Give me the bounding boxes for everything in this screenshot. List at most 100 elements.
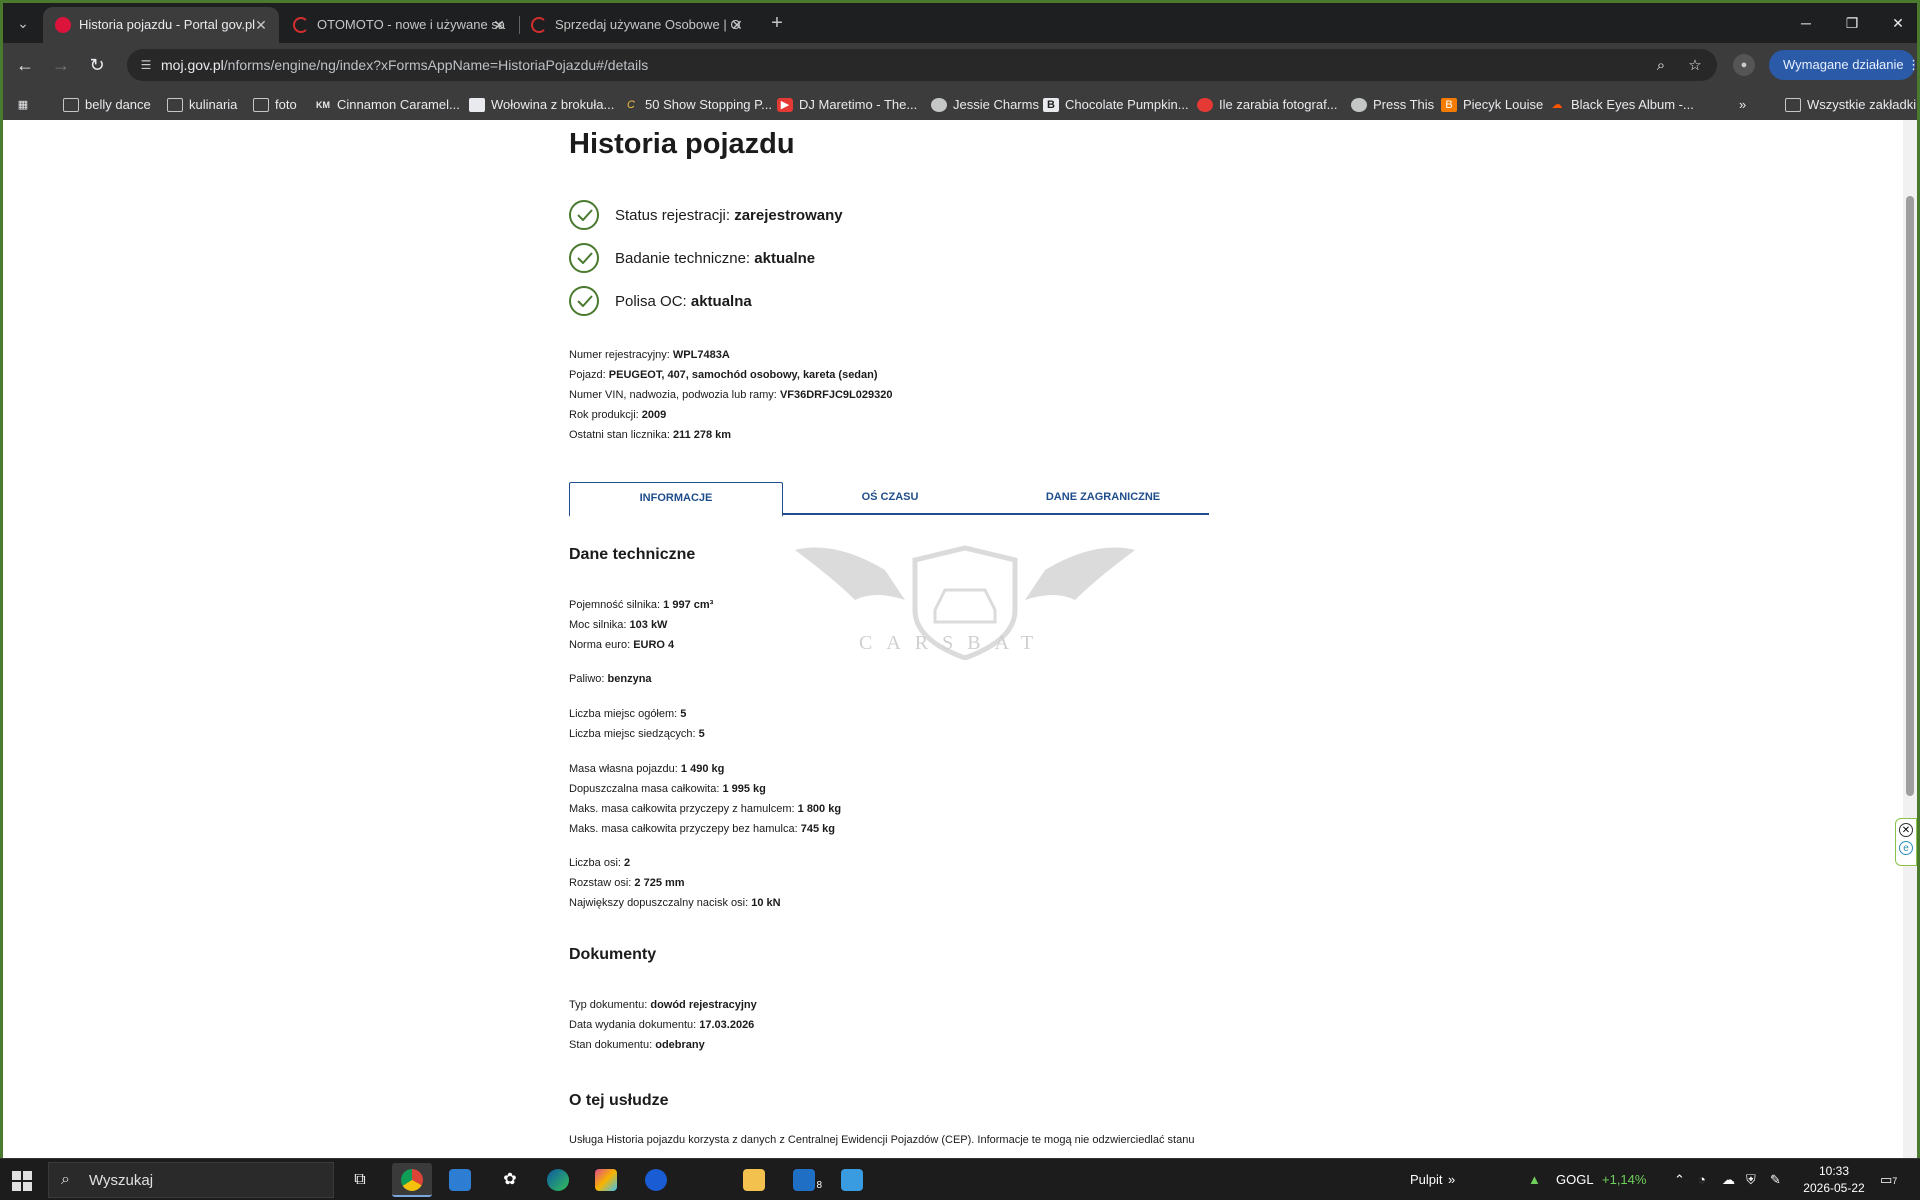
summary-registration-number: Numer rejestracyjny: WPL7483A — [569, 349, 730, 361]
km-icon: KM — [316, 100, 330, 110]
bookmark-piecyk[interactable]: B Piecyk Louise — [1441, 87, 1543, 123]
bookmark-wolowina[interactable]: Wołowina z brokuła... — [469, 87, 614, 123]
edge-icon[interactable] — [538, 1163, 578, 1197]
bookmark-belly-dance[interactable]: belly dance — [63, 87, 151, 123]
bookmark-ile-zarabia[interactable]: Ile zarabia fotograf... — [1197, 87, 1338, 123]
red-icon — [1197, 98, 1213, 112]
tab-os-czasu[interactable]: OŚ CZASU — [783, 482, 997, 515]
new-tab-icon[interactable]: + — [763, 9, 791, 37]
close-circle-icon[interactable]: ✕ — [1899, 823, 1913, 837]
summary-production-year: Rok produkcji: 2009 — [569, 409, 667, 421]
stock-change: +1,14% — [1602, 1172, 1647, 1187]
summary-odometer: Ostatni stan licznika: 211 278 km — [569, 429, 732, 441]
tab-sprzedaj[interactable]: Sprzedaj używane Osobowe | O ✕ — [519, 7, 755, 43]
tab-dane-zagraniczne[interactable]: DANE ZAGRANICZNE — [997, 482, 1209, 515]
stock-chart-icon: ▲ — [1528, 1172, 1541, 1187]
status-label: Badanie techniczne: — [615, 250, 751, 267]
scrollbar-thumb[interactable] — [1906, 196, 1914, 796]
system-clock[interactable]: 10:33 2026-05-22 — [1796, 1163, 1872, 1197]
bookmark-press-this[interactable]: Press This — [1351, 87, 1434, 123]
tab-otomoto[interactable]: OTOMOTO - nowe i używane sa ✕ — [281, 7, 517, 43]
youtube-icon: ▶ — [777, 98, 793, 112]
tech-gross-weight: Dopuszczalna masa całkowita: 1 995 kg — [569, 783, 766, 795]
search-placeholder: Wyszukaj — [89, 1172, 154, 1189]
file-explorer-icon[interactable] — [734, 1163, 774, 1197]
cloud-icon[interactable]: ☁ — [1722, 1159, 1735, 1200]
status-value: zarejestrowany — [734, 207, 843, 224]
tech-curb-weight: Masa własna pojazdu: 1 490 kg — [569, 763, 725, 775]
security-icon[interactable]: ⛨ — [1746, 1159, 1756, 1200]
settings-app-icon[interactable]: ✿ — [490, 1163, 530, 1197]
onepassword-icon[interactable] — [636, 1163, 676, 1197]
stock-symbol[interactable]: GOGL — [1556, 1159, 1594, 1200]
photos-icon[interactable] — [832, 1163, 872, 1197]
status-label: Polisa OC: — [615, 293, 687, 310]
windows-start-icon[interactable] — [12, 1171, 32, 1191]
tray-up-icon[interactable]: ⌃ — [1674, 1159, 1685, 1200]
chevron-icon[interactable]: » — [1448, 1159, 1455, 1200]
store-icon[interactable] — [440, 1163, 480, 1197]
bookmark-all[interactable]: Wszystkie zakładki — [1785, 87, 1916, 123]
minimize-icon[interactable]: ─ — [1783, 3, 1829, 43]
bookmark-black-eyes[interactable]: ☁ Black Eyes Album -... — [1549, 87, 1694, 123]
windows-taskbar: ⌕ Wyszukaj ⧉ ✿ 8 Pulpit » ▲ GOGL +1,14% … — [0, 1158, 1920, 1200]
doc-type: Typ dokumentu: dowód rejestracyjny — [569, 999, 757, 1011]
folder-icon — [167, 98, 183, 112]
tab-historia-pojazdu[interactable]: Historia pojazdu - Portal gov.pl ✕ — [43, 7, 279, 43]
address-bar[interactable]: ☰ moj.gov.pl/nforms/engine/ng/index?xFor… — [127, 49, 1717, 81]
site-info-icon[interactable]: ☰ — [137, 56, 155, 74]
close-icon[interactable]: ✕ — [727, 7, 747, 43]
forward-icon[interactable]: → — [47, 51, 75, 79]
wifi-icon[interactable]: ◔ — [1698, 1159, 1706, 1200]
profile-avatar[interactable]: ● — [1733, 54, 1755, 76]
tab-title: Historia pojazdu - Portal gov.pl — [79, 17, 256, 32]
check-circle-icon — [569, 200, 599, 230]
carsbat-watermark: CARSBAT — [795, 540, 1135, 680]
page-viewport: Historia pojazdu Status rejestracji: zar… — [0, 120, 1920, 1158]
bookmark-50-show[interactable]: C 50 Show Stopping P... — [623, 87, 772, 123]
close-icon[interactable]: ✕ — [489, 7, 509, 43]
bookmark-cinnamon[interactable]: KM Cinnamon Caramel... — [315, 87, 460, 123]
chevron-right-icon[interactable]: » — [1739, 87, 1746, 123]
pen-icon[interactable]: ✎ — [1770, 1159, 1781, 1200]
task-view-icon[interactable]: ⧉ — [340, 1163, 380, 1197]
url-text[interactable]: moj.gov.pl/nforms/engine/ng/index?xForms… — [161, 49, 648, 81]
required-action-button[interactable]: Wymagane działanie ⋮ — [1769, 50, 1920, 80]
back-icon[interactable]: ← — [11, 51, 39, 79]
mail-icon[interactable]: 8 — [784, 1163, 824, 1197]
tech-wheelbase: Rozstaw osi: 2 725 mm — [569, 877, 685, 889]
check-circle-icon — [569, 286, 599, 316]
bookmarks-bar: ▦ belly dance kulinaria foto KM Cinnamon … — [3, 87, 1917, 123]
tab-search-icon[interactable]: ⌄ — [11, 11, 35, 35]
apps-icon[interactable]: ▦ — [13, 87, 29, 123]
section-title-tech: Dane techniczne — [569, 546, 696, 563]
taskbar-search-input[interactable]: ⌕ Wyszukaj — [48, 1162, 334, 1198]
tech-seats-total: Liczba miejsc ogółem: 5 — [569, 708, 687, 720]
toolbar: ← → ↻ ☰ moj.gov.pl/nforms/engine/ng/inde… — [3, 43, 1920, 87]
side-extension-widget[interactable]: ✕ e — [1895, 818, 1917, 866]
desktop-label[interactable]: Pulpit — [1410, 1159, 1443, 1200]
section-title-about: O tej usłudze — [569, 1092, 669, 1109]
folder-icon — [1785, 98, 1801, 112]
zoom-icon[interactable]: ⌕ — [1651, 56, 1671, 76]
otomoto-icon — [293, 17, 309, 33]
tab-informacje[interactable]: INFORMACJE — [569, 482, 783, 517]
bookmark-foto[interactable]: foto — [253, 87, 297, 123]
folder-icon — [253, 98, 269, 112]
reload-icon[interactable]: ↻ — [83, 51, 111, 79]
chrome-icon[interactable] — [392, 1163, 432, 1197]
scrollbar[interactable] — [1903, 120, 1917, 1158]
close-icon[interactable]: ✕ — [251, 7, 271, 43]
restore-icon[interactable]: ❐ — [1829, 3, 1875, 43]
bookmark-dj-maretimo[interactable]: ▶ DJ Maretimo - The... — [777, 87, 917, 123]
m365-icon[interactable] — [586, 1163, 626, 1197]
otomoto-icon — [531, 17, 547, 33]
notification-icon[interactable]: ▭7 — [1880, 1159, 1897, 1200]
close-window-icon[interactable]: ✕ — [1875, 3, 1920, 43]
tech-euro-norm: Norma euro: EURO 4 — [569, 639, 675, 651]
bookmark-jessie-charms[interactable]: Jessie Charms — [931, 87, 1039, 123]
bookmark-star-icon[interactable]: ☆ — [1685, 56, 1705, 76]
bookmark-chocolate[interactable]: B Chocolate Pumpkin... — [1043, 87, 1189, 123]
extension-e-icon[interactable]: e — [1899, 841, 1913, 855]
bookmark-kulinaria[interactable]: kulinaria — [167, 87, 237, 123]
